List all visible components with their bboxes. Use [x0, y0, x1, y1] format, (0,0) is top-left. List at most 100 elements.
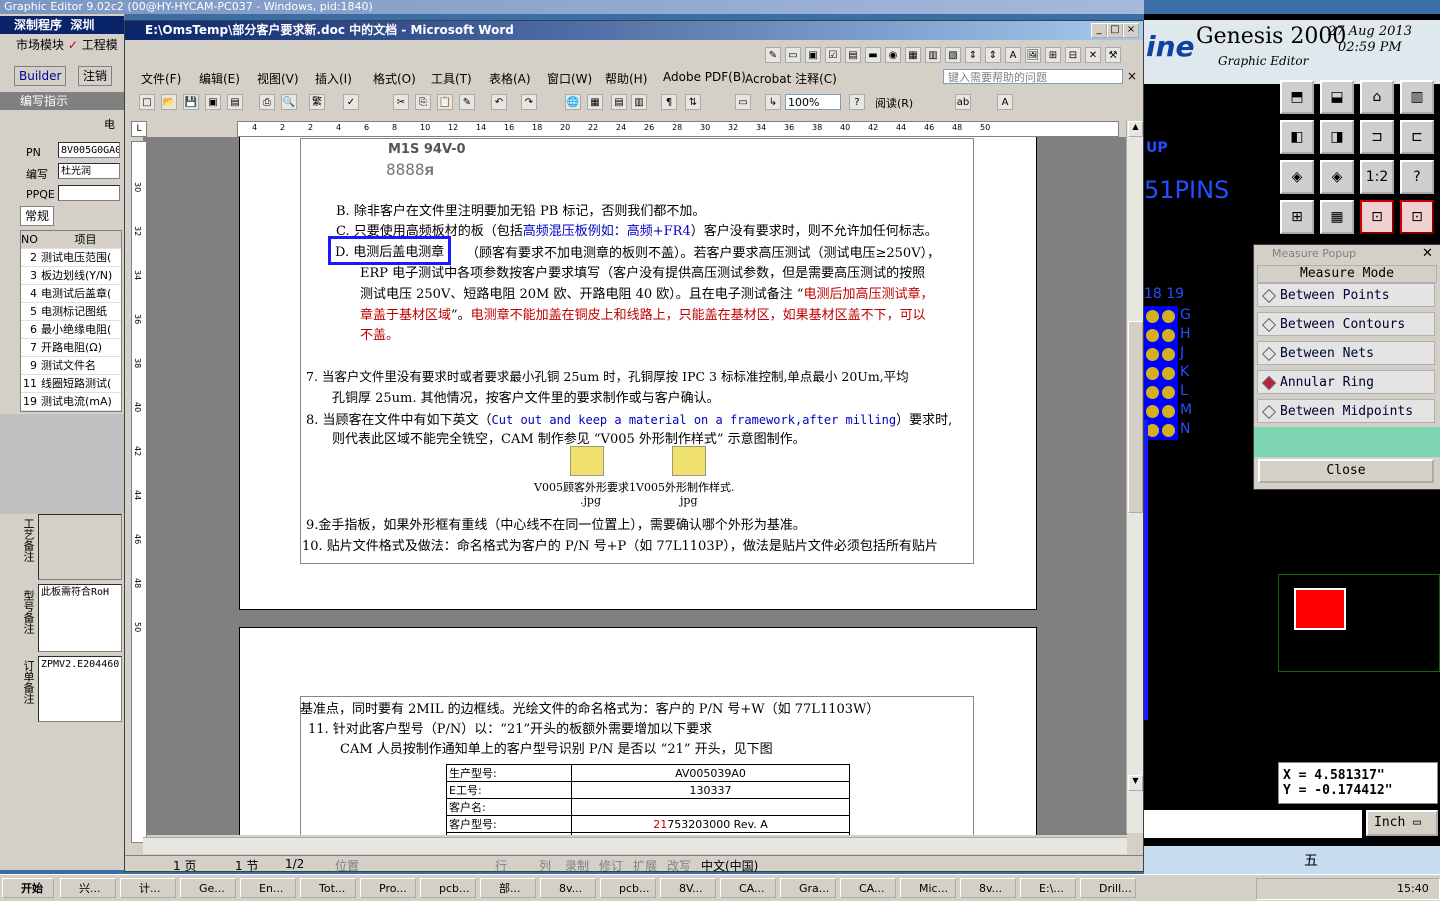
drawing-tool-icon[interactable]: 🖼 [1025, 47, 1041, 63]
genesis-tool-button[interactable]: ◧ [1280, 120, 1314, 154]
menu-item[interactable]: 帮助(H) [605, 70, 647, 87]
measure-mode-item[interactable]: Between Nets [1257, 341, 1435, 365]
paste-icon[interactable]: 📋 [437, 94, 453, 110]
status-track[interactable]: 修订 [599, 857, 623, 874]
attachment-2-name[interactable]: V005外形制作样式. [636, 479, 734, 495]
model-note-field[interactable]: 此板需符合RoH [38, 584, 122, 652]
measure-mode-item[interactable]: Between Midpoints [1257, 399, 1435, 423]
genesis-tool-button[interactable]: ⬒ [1280, 80, 1314, 114]
show-marks-icon[interactable]: ¶ [661, 94, 677, 110]
save-icon[interactable]: 💾 [183, 94, 199, 110]
order-note-field[interactable]: ZPMV2.E204460 [38, 656, 122, 722]
vertical-scrollbar[interactable]: ▲ ▼ [1126, 121, 1143, 833]
read-mode-button[interactable]: 阅读(R) [875, 95, 913, 111]
hyperlink-icon[interactable]: 🌐 [565, 94, 581, 110]
copy-icon[interactable]: ⎘ [415, 94, 431, 110]
radio-diamond-icon[interactable] [1261, 317, 1277, 333]
drawing-tool-icon[interactable]: ▤ [845, 47, 861, 63]
table-row[interactable]: 11 线圈短路测试( [21, 375, 121, 393]
drawing-tool-icon[interactable]: ⇕ [985, 47, 1001, 63]
drawing-tool-icon[interactable]: ▧ [945, 47, 961, 63]
table-row[interactable]: 9 测试文件名 [21, 357, 121, 375]
start-button[interactable]: 开始 [2, 878, 54, 898]
genesis-tool-button[interactable]: ◈ [1280, 160, 1314, 194]
taskbar-item[interactable]: Tot... [300, 878, 356, 898]
new-icon[interactable]: □ [139, 94, 155, 110]
table-icon[interactable]: ▦ [587, 94, 603, 110]
measure-mode-item[interactable]: Annular Ring [1257, 370, 1435, 394]
genesis-tool-button[interactable]: ▥ [1400, 80, 1434, 114]
genesis-tool-button[interactable]: ⊞ [1280, 200, 1314, 234]
status-extend[interactable]: 扩展 [633, 857, 657, 874]
menu-item[interactable]: Acrobat 注释(C) [745, 70, 837, 87]
table-row[interactable]: 5 电测标记图纸 [21, 303, 121, 321]
format-painter-icon[interactable]: ✎ [459, 94, 475, 110]
genesis-tool-button[interactable]: ? [1400, 160, 1434, 194]
measure-mode-item[interactable]: Between Contours [1257, 312, 1435, 336]
ime-mode[interactable]: 五 [1304, 850, 1318, 870]
horizontal-ruler[interactable]: 4 2 2 4 6 8 10 12 14 16 18 20 22 24 26 28 30 32 34 36 38 40 42… [237, 121, 1119, 137]
taskbar-item[interactable]: 8v... [960, 878, 1016, 898]
preview-icon[interactable]: 🔍 [281, 94, 297, 110]
status-rec[interactable]: 录制 [565, 857, 589, 874]
traditional-icon[interactable]: 繁 [309, 94, 325, 110]
taskbar-item[interactable]: Mic... [900, 878, 956, 898]
menu-item[interactable]: 格式(O) [373, 70, 416, 87]
drawing-tool-icon[interactable]: ⚒ [1105, 47, 1121, 63]
redo-icon[interactable]: ↷ [521, 94, 537, 110]
drawing-tool-icon[interactable]: ▭ [785, 47, 801, 63]
genesis-tool-button[interactable]: ▦ [1320, 200, 1354, 234]
drawing-tool-icon[interactable]: ▦ [905, 47, 921, 63]
measure-mode-item[interactable]: Between Points [1257, 283, 1435, 307]
taskbar-item[interactable]: 部... [480, 878, 536, 898]
radio-diamond-icon[interactable] [1261, 346, 1277, 362]
menu-item[interactable]: 文件(F) [141, 70, 181, 87]
drawing-tool-icon[interactable]: ▥ [925, 47, 941, 63]
tab-builder[interactable]: Builder [14, 66, 67, 86]
package-icon-1[interactable] [570, 446, 604, 476]
genesis-tool-button[interactable]: ⬓ [1320, 80, 1354, 114]
genesis-tool-button[interactable]: ◈ [1320, 160, 1354, 194]
genesis-tool-button[interactable]: ⊡ [1360, 200, 1394, 234]
table-row[interactable]: 6 最小绝缘电阻( [21, 321, 121, 339]
menu-item[interactable]: 窗口(W) [547, 70, 592, 87]
drawing-tool-icon[interactable]: ☑ [825, 47, 841, 63]
drawing-tool-icon[interactable]: ⇕ [965, 47, 981, 63]
drawing-tool-icon[interactable]: ▣ [805, 47, 821, 63]
spell-icon[interactable]: ✓ [343, 94, 359, 110]
ppqe-field[interactable] [58, 185, 120, 201]
bh-field[interactable]: 杜光润 [58, 163, 120, 179]
scroll-thumb[interactable] [1128, 321, 1143, 513]
genesis-tool-button[interactable]: ⌂ [1360, 80, 1394, 114]
taskbar-item[interactable]: Drill... [1080, 878, 1136, 898]
table-row[interactable]: 4 电测试后盖章( [21, 285, 121, 303]
columns-icon[interactable]: ▥ [631, 94, 647, 110]
menu-item[interactable]: 工具(T) [431, 70, 472, 87]
unit-selector[interactable]: Inch ▭ [1366, 810, 1438, 836]
taskbar-item[interactable]: En... [240, 878, 296, 898]
red-pad[interactable] [1294, 588, 1346, 630]
drawing-tool-icon[interactable]: ▬ [865, 47, 881, 63]
open-icon[interactable]: 📂 [161, 94, 177, 110]
help-search-input[interactable]: 键入需要帮助的问题 [943, 69, 1123, 84]
tab-stop-selector[interactable]: L [131, 121, 147, 137]
email-icon[interactable]: ▤ [227, 94, 243, 110]
frame-icon[interactable]: ▭ [735, 94, 751, 110]
table-row[interactable]: 2 测试电压范围( [21, 249, 121, 267]
taskbar-item[interactable]: Pro... [360, 878, 416, 898]
highlighted-item-d[interactable]: D. 电测后盖电测章 [328, 236, 452, 265]
tray-clock[interactable]: 15:40 [1397, 882, 1429, 895]
tab-common[interactable]: 常规 [20, 206, 55, 226]
radio-diamond-icon[interactable] [1261, 288, 1277, 304]
command-input[interactable] [1144, 810, 1362, 838]
table-row[interactable]: 7 开路电阻(Ω) [21, 339, 121, 357]
taskbar-item[interactable]: pcb... [420, 878, 476, 898]
process-note-field[interactable] [38, 514, 122, 580]
cut-icon[interactable]: ✂ [393, 94, 409, 110]
taskbar-item[interactable]: 计... [120, 878, 176, 898]
genesis-tool-button[interactable]: ⊏ [1400, 120, 1434, 154]
drawing-tool-icon[interactable]: A [1005, 47, 1021, 63]
table-row[interactable]: 19 测试电流(mA) [21, 393, 121, 411]
taskbar-item[interactable]: 兴... [60, 878, 116, 898]
measure-close-button[interactable]: Close [1258, 459, 1434, 483]
